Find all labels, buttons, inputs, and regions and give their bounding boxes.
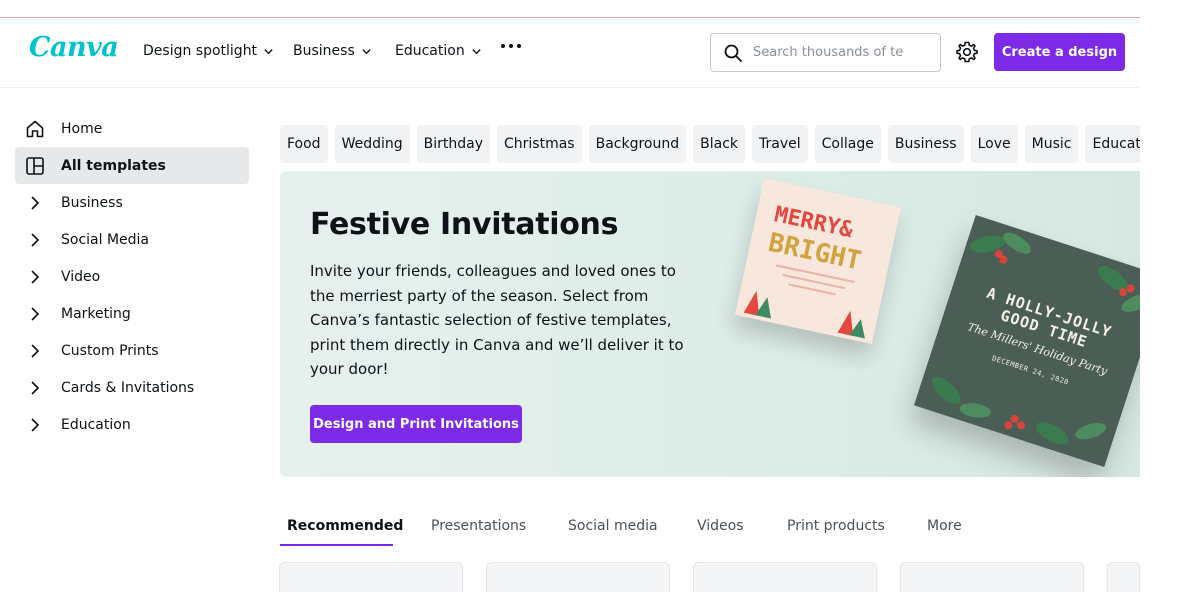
create-design-button[interactable]: Create a design <box>994 33 1125 71</box>
template-thumbnail[interactable] <box>486 562 670 592</box>
sidebar-item-video[interactable]: Video <box>15 258 249 295</box>
sidebar-item-cards-invitations[interactable]: Cards & Invitations <box>15 369 249 406</box>
chevron-down-icon <box>264 48 273 54</box>
template-thumbnail[interactable] <box>900 562 1084 592</box>
tab-social-media[interactable]: Social media <box>568 518 658 534</box>
nav-design-spotlight[interactable]: Design spotlight <box>143 43 274 59</box>
chevron-right-icon <box>25 341 45 361</box>
chevron-right-icon <box>25 415 45 435</box>
sidebar-item-label: Custom Prints <box>61 342 159 359</box>
sidebar-item-marketing[interactable]: Marketing <box>15 295 249 332</box>
sidebar-item-label: Home <box>61 120 103 137</box>
design-print-invitations-button[interactable]: Design and Print Invitations <box>310 405 522 443</box>
sidebar-item-education[interactable]: Education <box>15 406 249 443</box>
sidebar-item-label: Education <box>61 416 131 433</box>
sidebar-item-label: Marketing <box>61 305 131 322</box>
merry-bright-card-image: MERRY& BRIGHT <box>734 177 902 345</box>
chip-business[interactable]: Business <box>887 125 964 163</box>
sidebar-item-label: Video <box>61 268 101 285</box>
sidebar-item-label: Social Media <box>61 231 150 248</box>
tab-recommended[interactable]: Recommended <box>287 518 403 534</box>
chevron-down-icon <box>362 48 371 54</box>
template-thumbnail[interactable] <box>693 562 877 592</box>
nav-label: Business <box>293 43 355 59</box>
chevron-right-icon <box>25 193 45 213</box>
template-thumbnail[interactable] <box>279 562 463 592</box>
sidebar-item-all-templates[interactable]: All templates <box>15 147 249 184</box>
chevron-right-icon <box>25 230 45 250</box>
chevron-right-icon <box>25 304 45 324</box>
top-header: Canva Design spotlight Business Educatio… <box>0 18 1140 88</box>
chevron-right-icon <box>25 267 45 287</box>
templates-icon <box>25 156 45 176</box>
tab-print-products[interactable]: Print products <box>787 518 885 534</box>
tab-more[interactable]: More <box>927 518 962 534</box>
chip-food[interactable]: Food <box>280 125 328 163</box>
chip-travel[interactable]: Travel <box>752 125 808 163</box>
nav-label: Design spotlight <box>143 43 258 59</box>
nav-label: Education <box>395 43 465 59</box>
chip-background[interactable]: Background <box>588 125 687 163</box>
chevron-down-icon <box>472 48 481 54</box>
active-tab-indicator <box>280 544 393 546</box>
canva-logo[interactable]: Canva <box>29 32 119 63</box>
sidebar-item-label: Cards & Invitations <box>61 379 195 396</box>
nav-education[interactable]: Education <box>395 43 482 59</box>
chip-black[interactable]: Black <box>693 125 746 163</box>
gear-icon[interactable] <box>955 40 979 64</box>
search-box[interactable] <box>710 33 941 72</box>
home-icon <box>25 119 45 139</box>
search-icon <box>724 44 742 62</box>
chip-love[interactable]: Love <box>970 125 1018 163</box>
search-input[interactable] <box>753 45 913 60</box>
tab-presentations[interactable]: Presentations <box>431 518 526 534</box>
holly-jolly-card-image: A HOLLY-JOLLY GOOD TIME The Millers' Hol… <box>913 214 1140 468</box>
chip-music[interactable]: Music <box>1024 125 1079 163</box>
festive-banner: Festive Invitations Invite your friends,… <box>280 171 1140 477</box>
sidebar-item-custom-prints[interactable]: Custom Prints <box>15 332 249 369</box>
sidebar-item-social-media[interactable]: Social Media <box>15 221 249 258</box>
category-chips: Food Wedding Birthday Christmas Backgrou… <box>280 125 1140 163</box>
chip-christmas[interactable]: Christmas <box>497 125 582 163</box>
chip-collage[interactable]: Collage <box>814 125 881 163</box>
tab-videos[interactable]: Videos <box>697 518 744 534</box>
banner-title: Festive Invitations <box>310 207 619 242</box>
sidebar-item-home[interactable]: Home <box>15 110 249 147</box>
sidebar-item-label: All templates <box>61 157 166 174</box>
chip-education[interactable]: Education <box>1085 125 1140 163</box>
banner-description: Invite your friends, colleagues and love… <box>310 262 684 379</box>
chip-birthday[interactable]: Birthday <box>416 125 491 163</box>
sidebar-item-label: Business <box>61 194 123 211</box>
template-thumbnail[interactable] <box>1107 562 1140 592</box>
chip-wedding[interactable]: Wedding <box>334 125 410 163</box>
sidebar-item-business[interactable]: Business <box>15 184 249 221</box>
nav-business[interactable]: Business <box>293 43 372 59</box>
sidebar: Home All templates Business Social Media… <box>15 110 249 443</box>
more-options-icon[interactable] <box>501 44 521 48</box>
chevron-right-icon <box>25 378 45 398</box>
